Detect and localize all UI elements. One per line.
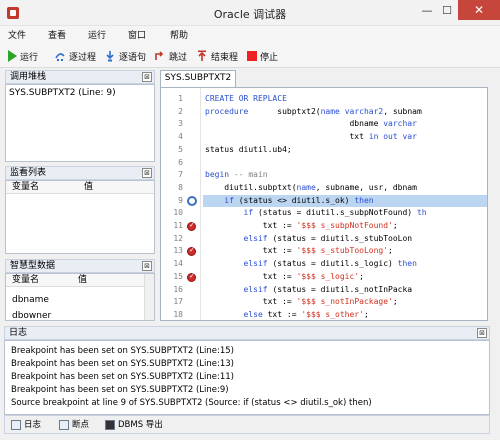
breakpoints-icon [59, 420, 69, 430]
code-line: txt := '$$$ s_subpNotFound'; [205, 221, 398, 230]
step-into-icon [106, 51, 114, 62]
code-line: txt := '$$$ s_logic'; [205, 271, 364, 281]
smart-col-value: 值 [78, 275, 88, 285]
bottom-tab-log[interactable]: 日志 [11, 418, 41, 432]
code-line: begin -- main [205, 170, 268, 180]
stop-icon [247, 51, 257, 61]
log-header: 日志 ⊠ [4, 326, 490, 340]
minimize-button[interactable]: — [420, 3, 434, 19]
watch-col-name: 变量名 [12, 182, 40, 192]
run-button[interactable]: 运行 [8, 48, 38, 64]
jump-label: 跳过 [169, 52, 188, 63]
log-line: Breakpoint has been set on SYS.SUBPTXT2 … [11, 385, 229, 395]
code-line: txt := '$$$ s_stubTooLong'; [205, 246, 393, 256]
menu-bar: 文件 查看 运行 窗口 帮助 [0, 26, 500, 44]
watch-close-icon[interactable]: ⊠ [142, 168, 152, 178]
log-line: Breakpoint has been set on SYS.SUBPTXT2 … [11, 346, 234, 356]
call-stack-header: 调用堆栈 ⊠ [5, 70, 155, 84]
code-line: else txt := '$$$ s_other'; [243, 309, 369, 319]
log-close-icon[interactable]: ⊠ [477, 328, 487, 338]
log-line: Breakpoint has been set on SYS.SUBPTXT2 … [11, 372, 234, 382]
smart-col-name: 变量名 [12, 275, 40, 285]
smart-data-close-icon[interactable]: ⊠ [142, 261, 152, 271]
call-stack-panel: SYS.SUBPTXT2 (Line: 9) [5, 84, 155, 162]
call-stack-item[interactable]: SYS.SUBPTXT2 (Line: 9) [9, 88, 116, 98]
code-line: elsif (status = diutil.s_stubTooLon [243, 233, 413, 243]
code-line: if (status = diutil.s_subpNotFound) th [243, 208, 427, 218]
code-line: status diutil.ub4; [205, 144, 292, 154]
bottom-tab-log-label: 日志 [24, 420, 42, 430]
code-line: elsif (status = diutil.s_logic) then [243, 259, 417, 269]
maximize-button[interactable]: ☐ [440, 3, 454, 19]
watch-col-value: 值 [84, 182, 94, 192]
step-out-button[interactable]: 结束程 [196, 48, 238, 64]
log-title: 日志 [9, 328, 28, 338]
call-stack-title: 调用堆栈 [10, 72, 47, 82]
step-into-label: 逐语句 [119, 52, 147, 63]
log-line: Source breakpoint at line 9 of SYS.SUBPT… [11, 398, 372, 408]
step-over-label: 逐过程 [69, 52, 97, 63]
smart-data-panel: 变量名 值 dbname dbowner [5, 273, 155, 321]
bottom-tab-bar: 日志 断点 DBMS 导出 [4, 415, 490, 434]
smart-row[interactable]: dbowner [12, 311, 51, 320]
stop-label: 停止 [260, 52, 279, 63]
log-panel: Breakpoint has been set on SYS.SUBPTXT2 … [4, 340, 490, 415]
jump-icon [155, 51, 164, 60]
watch-panel: 变量名 值 [5, 180, 155, 254]
smart-data-columns: 变量名 值 [6, 274, 144, 287]
code-line: dbname varchar [205, 119, 417, 129]
bottom-tab-breakpoints[interactable]: 断点 [59, 418, 89, 432]
tab-subptxt2[interactable]: SYS.SUBPTXT2 [160, 70, 236, 87]
code-line: procedure subptxt2(name varchar2, subnam [205, 106, 422, 116]
code-line: txt := '$$$ s_notInPackage'; [205, 297, 398, 307]
smart-data-title: 智慧型数据 [10, 261, 56, 271]
code-editor[interactable]: 123456789101112131415161718 CREATE OR RE… [160, 87, 488, 321]
title-bar: Oracle 调试器 — ☐ ✕ [0, 0, 500, 26]
menu-file[interactable]: 文件 [8, 28, 26, 41]
call-stack-close-icon[interactable]: ⊠ [142, 72, 152, 82]
console-icon [105, 420, 115, 430]
code-area: CREATE OR REPLACE procedure subptxt2(name… [161, 88, 487, 320]
stop-button[interactable]: 停止 [247, 48, 278, 64]
step-out-label: 结束程 [211, 52, 239, 63]
menu-view[interactable]: 查看 [48, 28, 66, 41]
play-icon [8, 50, 17, 62]
step-into-button[interactable]: 逐语句 [104, 48, 146, 64]
smart-row[interactable]: dbname [12, 295, 49, 305]
step-out-icon [198, 50, 206, 61]
log-icon [11, 420, 21, 430]
code-line: diutil.subptxt(name, subname, usr, dbnam [205, 182, 417, 192]
run-label: 运行 [20, 52, 39, 63]
bottom-tab-dbms[interactable]: DBMS 导出 [105, 418, 163, 432]
smart-data-scrollbar[interactable] [144, 274, 154, 320]
close-button[interactable]: ✕ [458, 0, 500, 20]
menu-run[interactable]: 运行 [88, 28, 106, 41]
log-line: Breakpoint has been set on SYS.SUBPTXT2 … [11, 359, 234, 369]
menu-window[interactable]: 窗口 [128, 28, 146, 41]
menu-help[interactable]: 帮助 [170, 28, 188, 41]
code-line: elsif (status = diutil.s_notInPacka [243, 284, 413, 294]
toolbar: 运行 逐过程 逐语句 跳过 结束程 停止 [0, 44, 500, 68]
watch-header: 监看列表 ⊠ [5, 166, 155, 180]
code-line: txt in out var [205, 132, 417, 142]
step-over-icon [55, 53, 65, 61]
bottom-tab-breakpoints-label: 断点 [72, 420, 90, 430]
bottom-tab-dbms-label: DBMS 导出 [118, 420, 163, 430]
code-line: CREATE OR REPLACE [205, 94, 287, 103]
step-over-button[interactable]: 逐过程 [54, 48, 96, 64]
watch-columns: 变量名 值 [6, 181, 154, 194]
jump-button[interactable]: 跳过 [154, 48, 187, 64]
code-line: if (status <> diutil.s_ok) then [224, 195, 374, 205]
smart-data-header: 智慧型数据 ⊠ [5, 259, 155, 273]
watch-title: 监看列表 [10, 168, 47, 178]
